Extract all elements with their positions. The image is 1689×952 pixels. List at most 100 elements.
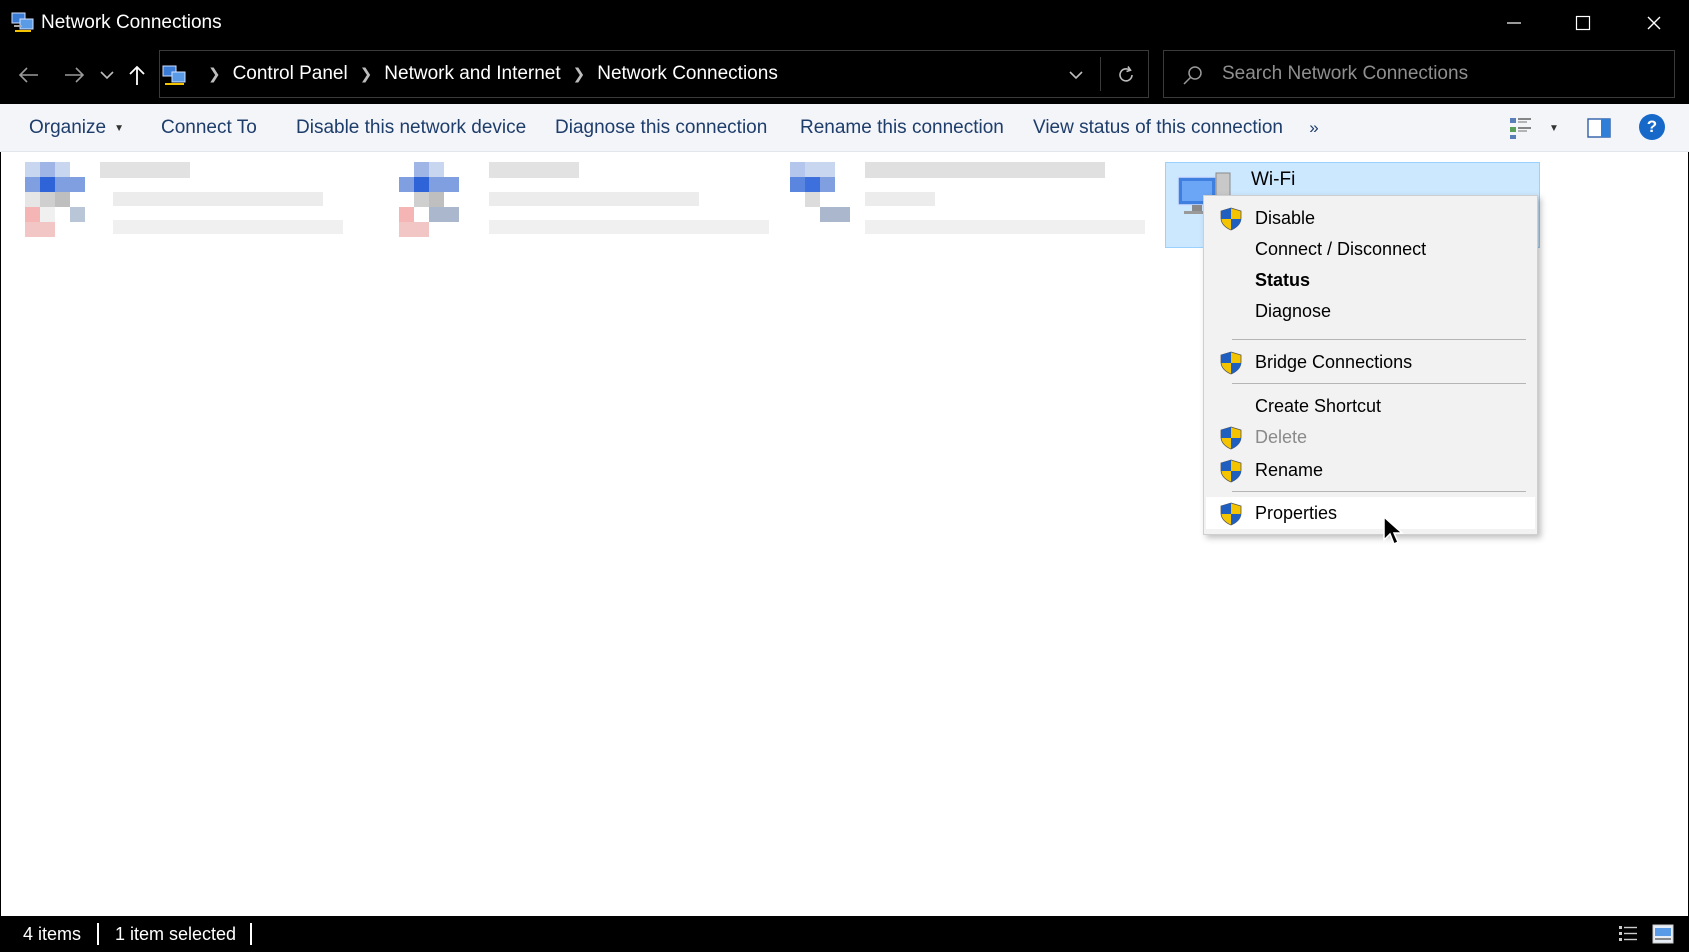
- breadcrumb-network-connections[interactable]: Network Connections: [597, 63, 778, 85]
- rename-button[interactable]: Rename this connection: [800, 104, 1004, 152]
- menu-item-delete[interactable]: Delete: [1206, 421, 1535, 453]
- caret-down-icon: ▼: [114, 122, 125, 134]
- uac-shield-icon: [1220, 502, 1242, 526]
- chevron-down-icon: [1069, 71, 1083, 80]
- mouse-cursor-icon: [1383, 515, 1404, 546]
- preview-pane-button[interactable]: [1586, 114, 1612, 142]
- item-count: 4 items: [23, 924, 82, 944]
- address-divider: [1100, 57, 1101, 91]
- more-commands-button[interactable]: »: [1304, 116, 1324, 140]
- status-bar: 4 items 1 item selected: [0, 916, 1689, 952]
- menu-separator: [1232, 339, 1526, 340]
- change-view-button[interactable]: ▼: [1509, 114, 1561, 142]
- title-bar: Network Connections: [0, 0, 1689, 46]
- menu-item-label: Disable: [1255, 207, 1316, 228]
- up-arrow-icon: [129, 65, 145, 85]
- uac-shield-icon: [1220, 426, 1242, 450]
- diagnose-button[interactable]: Diagnose this connection: [555, 104, 767, 152]
- menu-item-label: Create Shortcut: [1255, 395, 1382, 416]
- wifi-connection-name: Wi-Fi: [1251, 169, 1296, 190]
- menu-item-label: Rename: [1255, 459, 1324, 480]
- connect-to-label: Connect To: [161, 117, 257, 138]
- blurred-status: [865, 192, 935, 206]
- network-connections-icon: [11, 12, 34, 32]
- network-adapter-icon: [399, 162, 474, 238]
- breadcrumb-control-panel[interactable]: Control Panel: [233, 63, 348, 85]
- back-arrow-icon: [18, 67, 38, 83]
- large-icons-view-icon[interactable]: [1652, 924, 1674, 944]
- maximize-button[interactable]: [1548, 0, 1618, 46]
- menu-item-rename[interactable]: Rename: [1206, 454, 1535, 486]
- disable-device-label: Disable this network device: [296, 117, 527, 138]
- menu-item-disable[interactable]: Disable: [1206, 202, 1535, 234]
- search-box[interactable]: [1163, 50, 1675, 98]
- breadcrumb-separator-icon: ❯: [208, 66, 221, 83]
- search-icon: [1183, 66, 1202, 85]
- network-connection-tile[interactable]: [25, 162, 355, 242]
- up-button[interactable]: [124, 60, 150, 90]
- menu-item-create-shortcut[interactable]: Create Shortcut: [1206, 390, 1535, 422]
- address-history-button[interactable]: [1064, 63, 1088, 87]
- uac-shield-icon: [1220, 459, 1242, 483]
- disable-device-button[interactable]: Disable this network device: [296, 104, 526, 152]
- blurred-name: [865, 162, 1105, 178]
- blurred-adapter: [113, 220, 343, 234]
- context-menu: Disable Connect / Disconnect Status Diag…: [1203, 195, 1538, 535]
- search-input[interactable]: [1222, 51, 1662, 97]
- preview-pane-icon: [1587, 118, 1611, 138]
- network-connection-tile[interactable]: [790, 162, 1150, 242]
- menu-item-status[interactable]: Status: [1206, 264, 1535, 296]
- breadcrumb-separator-icon[interactable]: ❯: [573, 65, 586, 83]
- blurred-adapter: [865, 220, 1145, 234]
- minimize-icon: [1507, 22, 1521, 24]
- close-button[interactable]: [1619, 0, 1689, 46]
- recent-locations-button[interactable]: [94, 60, 120, 90]
- menu-item-properties[interactable]: Properties: [1206, 497, 1535, 529]
- organize-button[interactable]: Organize ▼: [29, 104, 124, 152]
- organize-label: Organize: [29, 117, 107, 138]
- close-icon: [1647, 16, 1661, 30]
- address-bar[interactable]: ❯ Control Panel ❯ Network and Internet ❯…: [159, 50, 1149, 98]
- view-status-label: View status of this connection: [1033, 117, 1283, 138]
- breadcrumb-network-and-internet[interactable]: Network and Internet: [384, 63, 560, 85]
- forward-arrow-icon: [65, 67, 85, 83]
- status-divider: [97, 923, 99, 945]
- blurred-status: [489, 192, 699, 206]
- double-chevron-icon: »: [1309, 118, 1319, 137]
- status-divider: [250, 923, 252, 945]
- uac-shield-icon: [1220, 207, 1242, 231]
- minimize-button[interactable]: [1479, 0, 1549, 46]
- breadcrumb: ❯ Control Panel ❯ Network and Internet ❯…: [196, 51, 778, 97]
- menu-item-bridge-connections[interactable]: Bridge Connections: [1206, 346, 1535, 378]
- menu-item-connect-disconnect[interactable]: Connect / Disconnect: [1206, 233, 1535, 265]
- command-bar: Organize ▼ Connect To Disable this netwo…: [0, 104, 1689, 152]
- back-button[interactable]: [14, 60, 44, 90]
- breadcrumb-separator-icon[interactable]: ❯: [360, 65, 373, 83]
- network-connections-icon: [162, 65, 186, 85]
- menu-item-label: Connect / Disconnect: [1255, 238, 1427, 259]
- network-connection-tile[interactable]: [399, 162, 769, 242]
- blurred-name: [489, 162, 579, 178]
- help-icon: ?: [1646, 117, 1658, 136]
- maximize-icon: [1575, 15, 1591, 31]
- connect-to-button[interactable]: Connect To: [161, 104, 257, 152]
- blurred-name: [100, 162, 190, 178]
- rename-label: Rename this connection: [800, 117, 1004, 138]
- address-row: ❯ Control Panel ❯ Network and Internet ❯…: [0, 46, 1689, 104]
- menu-separator: [1232, 383, 1526, 384]
- details-view-icon[interactable]: [1618, 924, 1638, 944]
- menu-separator: [1232, 491, 1526, 492]
- caret-down-icon: ▼: [1549, 122, 1559, 134]
- diagnose-label: Diagnose this connection: [555, 117, 768, 138]
- view-status-button[interactable]: View status of this connection: [1033, 104, 1283, 152]
- refresh-button[interactable]: [1112, 61, 1140, 89]
- network-adapter-icon: [790, 162, 850, 238]
- menu-item-label: Diagnose: [1255, 300, 1332, 321]
- forward-button[interactable]: [59, 60, 89, 90]
- blurred-adapter: [489, 220, 769, 234]
- help-button[interactable]: ?: [1639, 114, 1665, 140]
- refresh-icon: [1119, 66, 1133, 82]
- chevron-down-icon: [100, 71, 114, 80]
- menu-item-diagnose[interactable]: Diagnose: [1206, 295, 1535, 327]
- menu-item-label: Status: [1255, 269, 1311, 290]
